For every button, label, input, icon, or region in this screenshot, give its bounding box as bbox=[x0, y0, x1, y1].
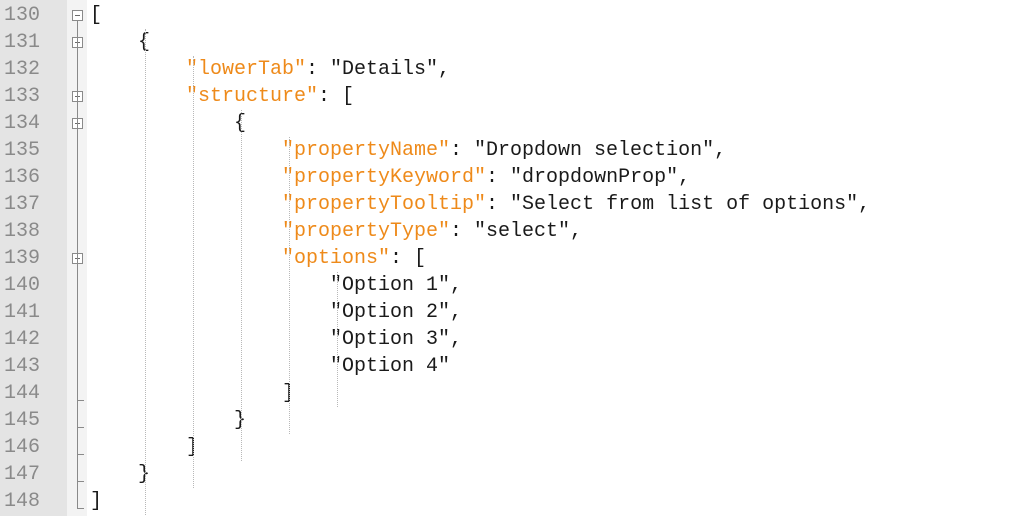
json-key: "propertyTooltip" bbox=[282, 193, 487, 216]
code-line[interactable]: 137 "propertyTooltip": "Select from list … bbox=[0, 191, 1013, 218]
code-text: "propertyTooltip": "Select from list of … bbox=[282, 191, 870, 218]
line-number: 145 bbox=[4, 409, 41, 432]
json-value: "Option 3", bbox=[330, 328, 463, 351]
json-key: "structure" bbox=[186, 85, 319, 108]
indent-guide bbox=[241, 110, 242, 461]
fold-end-marker bbox=[77, 454, 84, 455]
code-text: "propertyType": "select", bbox=[282, 218, 582, 245]
json-key: "propertyName" bbox=[282, 139, 451, 162]
json-value: "Option 4" bbox=[330, 355, 451, 378]
code-line[interactable]: 145} bbox=[0, 407, 1013, 434]
line-number: 136 bbox=[4, 166, 41, 189]
json-key: "options" bbox=[282, 247, 391, 270]
code-line[interactable]: 140 "Option 1", bbox=[0, 272, 1013, 299]
code-line[interactable]: 141 "Option 2", bbox=[0, 299, 1013, 326]
json-value: : "Dropdown selection", bbox=[450, 139, 727, 162]
code-text: { bbox=[138, 29, 150, 56]
line-number: 148 bbox=[4, 490, 41, 513]
code-line[interactable]: 148] bbox=[0, 488, 1013, 515]
line-number: 143 bbox=[4, 355, 41, 378]
code-line[interactable]: 138 "propertyType": "select", bbox=[0, 218, 1013, 245]
json-value: { bbox=[234, 112, 247, 135]
code-text: ] bbox=[186, 434, 198, 461]
line-number: 139 bbox=[4, 247, 41, 270]
json-value: } bbox=[234, 409, 247, 432]
code-text: } bbox=[234, 407, 246, 434]
code-line[interactable]: 134 { bbox=[0, 110, 1013, 137]
code-text: "Option 3", bbox=[330, 326, 462, 353]
indent-guide bbox=[145, 29, 146, 515]
fold-toggle-icon[interactable] bbox=[72, 10, 83, 21]
json-value: : "Select from list of options", bbox=[486, 193, 871, 216]
code-line[interactable]: 130 [ bbox=[0, 2, 1013, 29]
json-value: { bbox=[138, 31, 151, 54]
code-text: "propertyKeyword": "dropdownProp", bbox=[282, 164, 690, 191]
code-text: "Option 2", bbox=[330, 299, 462, 326]
code-text: "lowerTab": "Details", bbox=[186, 56, 450, 83]
code-line[interactable]: 139 "options": [ bbox=[0, 245, 1013, 272]
json-value: "Option 2", bbox=[330, 301, 463, 324]
code-text: { bbox=[234, 110, 246, 137]
line-number: 147 bbox=[4, 463, 41, 486]
json-key: "lowerTab" bbox=[186, 58, 307, 81]
code-line[interactable]: 135 "propertyName": "Dropdown selection", bbox=[0, 137, 1013, 164]
line-number: 132 bbox=[4, 58, 41, 81]
code-line[interactable]: 147} bbox=[0, 461, 1013, 488]
code-text: "Option 1", bbox=[330, 272, 462, 299]
code-text: ] bbox=[90, 488, 102, 515]
code-line[interactable]: 143 "Option 4" bbox=[0, 353, 1013, 380]
json-value: : "select", bbox=[450, 220, 583, 243]
code-text: [ bbox=[90, 2, 102, 29]
line-number: 141 bbox=[4, 301, 41, 324]
code-text: ] bbox=[282, 380, 294, 407]
line-number: 142 bbox=[4, 328, 41, 351]
line-number: 137 bbox=[4, 193, 41, 216]
json-value: [ bbox=[90, 4, 103, 27]
code-text: "propertyName": "Dropdown selection", bbox=[282, 137, 726, 164]
line-number: 133 bbox=[4, 85, 41, 108]
indent-guide bbox=[337, 272, 338, 407]
code-text: } bbox=[138, 461, 150, 488]
code-line[interactable]: 131 { bbox=[0, 29, 1013, 56]
code-line[interactable]: 144] bbox=[0, 380, 1013, 407]
code-text: "Option 4" bbox=[330, 353, 450, 380]
fold-end-marker bbox=[77, 427, 84, 428]
json-value: "Option 1", bbox=[330, 274, 463, 297]
fold-end-marker bbox=[77, 508, 84, 509]
code-line[interactable]: 132 "lowerTab": "Details", bbox=[0, 56, 1013, 83]
code-text: "options": [ bbox=[282, 245, 426, 272]
code-line[interactable]: 133 "structure": [ bbox=[0, 83, 1013, 110]
indent-guide bbox=[289, 137, 290, 434]
json-value: ] bbox=[90, 490, 103, 513]
json-value: ] bbox=[282, 382, 295, 405]
line-number: 146 bbox=[4, 436, 41, 459]
json-value: : "Details", bbox=[306, 58, 451, 81]
json-value: : [ bbox=[390, 247, 427, 270]
code-line[interactable]: 146] bbox=[0, 434, 1013, 461]
line-number: 134 bbox=[4, 112, 41, 135]
json-key: "propertyKeyword" bbox=[282, 166, 487, 189]
code-line[interactable]: 142 "Option 3", bbox=[0, 326, 1013, 353]
code-line[interactable]: 136 "propertyKeyword": "dropdownProp", bbox=[0, 164, 1013, 191]
line-number: 138 bbox=[4, 220, 41, 243]
line-number: 130 bbox=[4, 4, 41, 27]
json-key: "propertyType" bbox=[282, 220, 451, 243]
code-text: "structure": [ bbox=[186, 83, 354, 110]
line-number: 135 bbox=[4, 139, 41, 162]
fold-end-marker bbox=[77, 400, 84, 401]
json-value: : "dropdownProp", bbox=[486, 166, 691, 189]
line-number: 131 bbox=[4, 31, 41, 54]
code-editor[interactable]: 130 [131 {132 "lowerTab": "Details", 133 "str… bbox=[0, 0, 1013, 516]
json-value: : [ bbox=[318, 85, 355, 108]
line-number: 144 bbox=[4, 382, 41, 405]
line-number: 140 bbox=[4, 274, 41, 297]
indent-guide bbox=[193, 56, 194, 488]
fold-line bbox=[77, 21, 78, 509]
fold-end-marker bbox=[77, 481, 84, 482]
json-value: } bbox=[138, 463, 151, 486]
json-value: ] bbox=[186, 436, 199, 459]
